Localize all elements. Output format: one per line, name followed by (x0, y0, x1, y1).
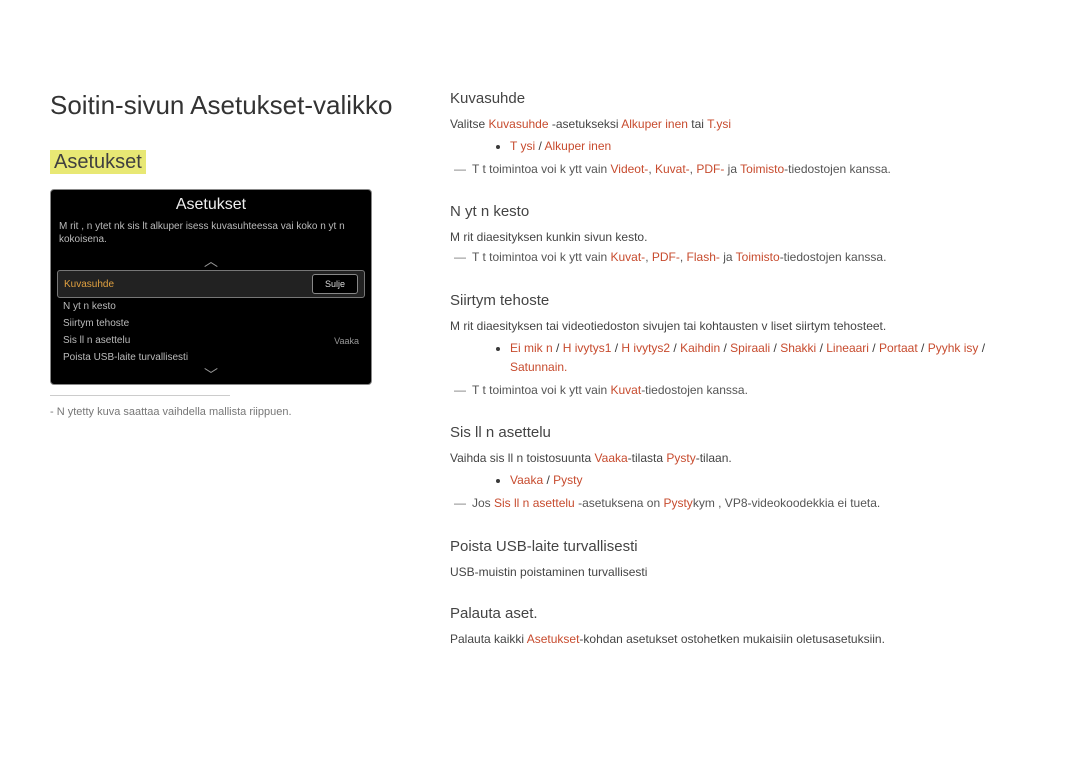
panel-item-label: Sis ll n asettelu (63, 335, 130, 346)
option-values: T ysi / Alkuper inen (510, 137, 1030, 156)
option-title: Palauta aset. (450, 605, 1030, 622)
settings-panel: Asetukset M rit , n ytet nk sis lt alkup… (50, 189, 372, 385)
option-desc: M rit diaesityksen kunkin sivun kesto. (450, 228, 1030, 246)
panel-item-sisallon[interactable]: Sis ll n asettelu Vaaka (57, 332, 365, 349)
option-note: T t toimintoa voi k ytt vain Kuvat-, PDF… (450, 248, 1030, 267)
section-sisallon: Sis ll n asettelu Vaihda sis ll n toisto… (450, 424, 1030, 513)
option-desc: USB-muistin poistaminen turvallisesti (450, 563, 1030, 581)
panel-description: M rit , n ytet nk sis lt alkuper isess k… (51, 218, 371, 252)
panel-item-kuvasuhde[interactable]: Kuvasuhde Sulje (57, 270, 365, 298)
panel-title: Asetukset (51, 190, 371, 218)
section-heading: Asetukset (50, 151, 146, 174)
section-kuvasuhde: Kuvasuhde Valitse Kuvasuhde -asetukseksi… (450, 90, 1030, 179)
panel-item-value: Vaaka (334, 336, 359, 346)
scroll-down-icon[interactable]: ﹀ (51, 366, 371, 384)
option-values: Vaaka / Pysty (510, 471, 1030, 490)
option-note: T t toimintoa voi k ytt vain Kuvat-tiedo… (450, 381, 1030, 400)
footnote: - N ytetty kuva saattaa vaihdella mallis… (50, 406, 420, 418)
option-title: Kuvasuhde (450, 90, 1030, 107)
panel-item-label: Poista USB-laite turvallisesti (63, 352, 188, 363)
section-palauta: Palauta aset. Palauta kaikki Asetukset-k… (450, 605, 1030, 648)
option-desc: M rit diaesityksen tai videotiedoston si… (450, 317, 1030, 335)
panel-item-label: Kuvasuhde (64, 279, 114, 290)
page-title: Soitin-sivun Asetukset-valikko (50, 90, 420, 121)
panel-item-siirtym[interactable]: Siirtym tehoste (57, 315, 365, 332)
panel-item-kesto[interactable]: N yt n kesto (57, 298, 365, 315)
option-note: T t toimintoa voi k ytt vain Videot-, Ku… (450, 160, 1030, 179)
panel-item-label: Siirtym tehoste (63, 318, 129, 329)
panel-item-usb[interactable]: Poista USB-laite turvallisesti (57, 349, 365, 366)
option-desc: Palauta kaikki Asetukset-kohdan asetukse… (450, 630, 1030, 648)
section-siirtym: Siirtym tehoste M rit diaesityksen tai v… (450, 292, 1030, 401)
option-title: Siirtym tehoste (450, 292, 1030, 309)
close-button[interactable]: Sulje (312, 274, 358, 294)
option-title: Sis ll n asettelu (450, 424, 1030, 441)
section-kesto: N yt n kesto M rit diaesityksen kunkin s… (450, 203, 1030, 267)
option-title: Poista USB-laite turvallisesti (450, 538, 1030, 555)
scroll-up-icon[interactable]: ︿ (51, 252, 371, 270)
option-values: Ei mik n / H ivytys1 / H ivytys2 / Kaihd… (510, 339, 1030, 377)
option-title: N yt n kesto (450, 203, 1030, 220)
section-usb: Poista USB-laite turvallisesti USB-muist… (450, 538, 1030, 581)
panel-item-label: N yt n kesto (63, 301, 116, 312)
option-desc: Valitse Kuvasuhde -asetukseksi Alkuper i… (450, 115, 1030, 133)
divider (50, 395, 230, 396)
option-note: Jos Sis ll n asettelu -asetuksena on Pys… (450, 494, 1030, 513)
option-desc: Vaihda sis ll n toistosuunta Vaaka-tilas… (450, 449, 1030, 467)
